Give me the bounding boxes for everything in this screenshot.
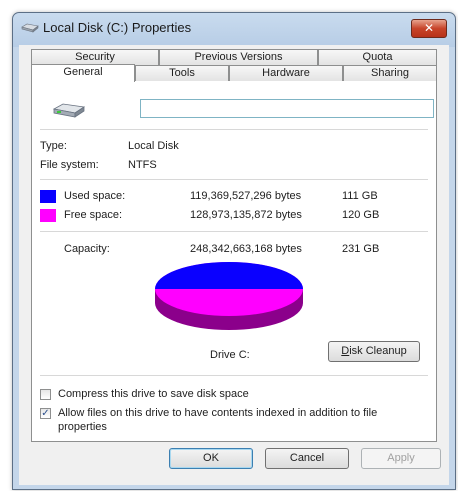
drive-icon: [21, 23, 39, 33]
index-checkbox[interactable]: ✓: [40, 408, 51, 419]
capacity-label: Capacity:: [64, 243, 110, 255]
tab-label: Previous Versions: [194, 51, 283, 63]
disk-usage-pie: [155, 262, 303, 330]
drive-name-input[interactable]: [140, 99, 434, 118]
compress-label: Compress this drive to save disk space: [58, 388, 249, 400]
divider: [40, 375, 428, 376]
capacity-bytes: 248,342,663,168 bytes: [190, 243, 302, 255]
file-system-label: File system:: [40, 159, 99, 171]
tab-label: Sharing: [371, 67, 409, 79]
tab-label: Security: [75, 51, 115, 63]
tab-label: Hardware: [262, 67, 310, 79]
compress-checkbox[interactable]: [40, 389, 51, 400]
file-system-value: NTFS: [128, 159, 157, 171]
divider: [40, 179, 428, 180]
disk-cleanup-label: isk Cleanup: [349, 345, 407, 357]
tab-row-top: Security Previous Versions Quota: [31, 49, 437, 65]
general-tab-panel: Type: Local Disk File system: NTFS Used …: [31, 80, 437, 442]
divider: [40, 129, 428, 130]
used-space-bytes: 119,369,527,296 bytes: [190, 190, 302, 202]
tab-quota[interactable]: Quota: [318, 49, 437, 65]
tab-general[interactable]: General: [31, 64, 135, 82]
tab-row-bottom: General Tools Hardware Sharing: [31, 64, 437, 82]
tab-security[interactable]: Security: [31, 49, 159, 65]
tab-label: Quota: [362, 51, 393, 63]
free-space-size: 120 GB: [342, 209, 380, 221]
ok-button[interactable]: OK: [169, 448, 253, 469]
used-space-label: Used space:: [64, 190, 126, 202]
close-icon: ✕: [423, 21, 435, 35]
hard-drive-icon: [52, 103, 86, 118]
used-space-size: 111 GB: [342, 190, 378, 202]
divider: [40, 231, 428, 232]
index-label-line2: properties: [58, 421, 107, 433]
pie-used-slice: [155, 262, 303, 289]
drive-caption: Drive C:: [210, 349, 250, 361]
index-label-line1: Allow files on this drive to have conten…: [58, 407, 378, 419]
close-button[interactable]: ✕: [411, 19, 447, 38]
used-space-swatch: [40, 190, 56, 203]
dialog-client: Security Previous Versions Quota General…: [19, 45, 449, 485]
title-bar[interactable]: Local Disk (C:) Properties ✕: [13, 13, 455, 43]
free-space-bytes: 128,973,135,872 bytes: [190, 209, 302, 221]
capacity-size: 231 GB: [342, 243, 380, 255]
tab-hardware[interactable]: Hardware: [229, 65, 343, 81]
disk-cleanup-button[interactable]: Disk Cleanup: [328, 341, 420, 362]
free-space-label: Free space:: [64, 209, 123, 221]
tab-tools[interactable]: Tools: [135, 65, 229, 81]
tab-previous-versions[interactable]: Previous Versions: [159, 49, 318, 65]
tab-label: Tools: [169, 67, 195, 79]
tab-sharing[interactable]: Sharing: [343, 65, 437, 81]
cancel-button[interactable]: Cancel: [265, 448, 349, 469]
tab-label: General: [63, 66, 103, 78]
window-title: Local Disk (C:) Properties: [43, 20, 192, 35]
type-value: Local Disk: [128, 140, 179, 152]
apply-button[interactable]: Apply: [361, 448, 441, 469]
type-label: Type:: [40, 140, 67, 152]
properties-window: Local Disk (C:) Properties ✕ Security Pr…: [12, 12, 456, 490]
free-space-swatch: [40, 209, 56, 222]
